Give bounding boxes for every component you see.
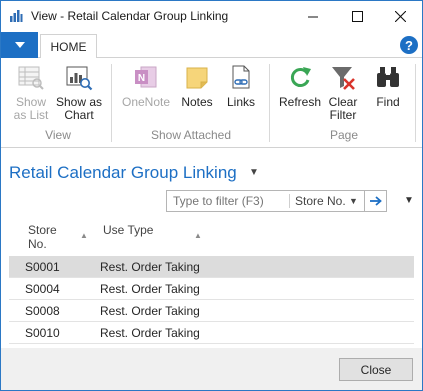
- show-as-list-label: Show as List: [13, 95, 49, 122]
- use-type-cell: Rest. Order Taking: [100, 326, 200, 340]
- refresh-icon: [290, 67, 311, 87]
- links-icon: [232, 65, 250, 89]
- window-title: View - Retail Calendar Group Linking: [31, 9, 229, 23]
- use-type-cell: Rest. Order Taking: [100, 282, 200, 296]
- sort-icon[interactable]: ▲: [80, 231, 88, 240]
- ribbon: Show as List Show as Chart View N OneNot…: [1, 58, 422, 148]
- show-as-chart-label: Show as Chart: [55, 95, 103, 122]
- store-no-cell: S0004: [25, 282, 60, 296]
- onenote-button[interactable]: N OneNote: [119, 62, 173, 132]
- store-no-cell: S0001: [25, 260, 60, 274]
- clear-filter-button[interactable]: Clear Filter: [323, 62, 363, 132]
- show-as-chart-button[interactable]: Show as Chart: [55, 62, 103, 132]
- page-title[interactable]: Retail Calendar Group Linking: [9, 163, 237, 183]
- close-window-button[interactable]: [378, 1, 422, 31]
- show-as-list-button[interactable]: Show as List: [9, 62, 53, 132]
- chevron-down-icon[interactable]: ▼: [349, 196, 358, 206]
- ribbon-group-divider: [111, 64, 112, 142]
- onenote-icon: N: [135, 66, 157, 88]
- collapse-chevron-icon[interactable]: ▼: [404, 195, 414, 206]
- onenote-label: OneNote: [121, 95, 171, 109]
- minimize-icon: [307, 16, 318, 17]
- store-no-cell: S0010: [25, 326, 60, 340]
- filter-input[interactable]: [173, 194, 281, 208]
- page-title-menu-icon[interactable]: ▼: [249, 167, 259, 178]
- group-label-page: Page: [329, 128, 359, 142]
- filter-box: Store No. ▼: [166, 190, 365, 212]
- arrow-right-icon: [369, 196, 382, 206]
- clear-filter-label: Clear Filter: [328, 95, 358, 122]
- close-button[interactable]: Close: [339, 358, 413, 381]
- refresh-button[interactable]: Refresh: [277, 62, 323, 132]
- chevron-down-icon: [14, 42, 25, 48]
- find-label: Find: [376, 95, 400, 109]
- links-label: Links: [226, 95, 255, 109]
- apply-filter-button[interactable]: [365, 190, 387, 212]
- notes-button[interactable]: Notes: [177, 62, 217, 132]
- title-bar: View - Retail Calendar Group Linking: [1, 1, 422, 31]
- tab-home[interactable]: HOME: [40, 34, 97, 59]
- app-icon: [9, 9, 23, 23]
- links-button[interactable]: Links: [221, 62, 261, 132]
- filter-field-select[interactable]: Store No.: [295, 194, 346, 208]
- table-row[interactable]: S0008 Rest. Order Taking: [9, 300, 414, 322]
- ribbon-tab-row: HOME ?: [1, 32, 422, 59]
- store-no-cell: S0008: [25, 304, 60, 318]
- group-label-show-attached: Show Attached: [150, 128, 232, 142]
- list-icon: [18, 66, 44, 90]
- filter-divider: [289, 194, 290, 208]
- maximize-icon: [351, 10, 363, 22]
- notes-icon: [186, 67, 208, 89]
- sort-icon[interactable]: ▲: [194, 231, 202, 240]
- chart-icon: [66, 66, 93, 91]
- group-label-view: View: [45, 128, 71, 142]
- help-icon[interactable]: ?: [400, 36, 418, 54]
- maximize-button[interactable]: [335, 1, 379, 31]
- refresh-label: Refresh: [278, 95, 322, 109]
- notes-label: Notes: [181, 95, 213, 109]
- clear-filter-icon: [332, 67, 355, 90]
- ribbon-group-divider: [269, 64, 270, 142]
- use-type-cell: Rest. Order Taking: [100, 304, 200, 318]
- dialog-window: View - Retail Calendar Group Linking HOM…: [0, 0, 423, 391]
- close-icon: [394, 10, 406, 22]
- dialog-footer: Close: [1, 348, 422, 390]
- table-row[interactable]: S0001 Rest. Order Taking: [9, 256, 414, 278]
- use-type-cell: Rest. Order Taking: [100, 260, 200, 274]
- table-row[interactable]: S0010 Rest. Order Taking: [9, 322, 414, 344]
- svg-text:N: N: [138, 73, 145, 84]
- column-header-use-type[interactable]: Use Type: [103, 223, 153, 237]
- column-header-store-no[interactable]: Store No.: [28, 223, 57, 251]
- ribbon-group-divider: [415, 64, 416, 142]
- minimize-button[interactable]: [291, 1, 335, 31]
- application-menu-button[interactable]: [1, 32, 38, 58]
- binoculars-icon: [377, 67, 399, 87]
- find-button[interactable]: Find: [369, 62, 407, 132]
- table-row[interactable]: S0004 Rest. Order Taking: [9, 278, 414, 300]
